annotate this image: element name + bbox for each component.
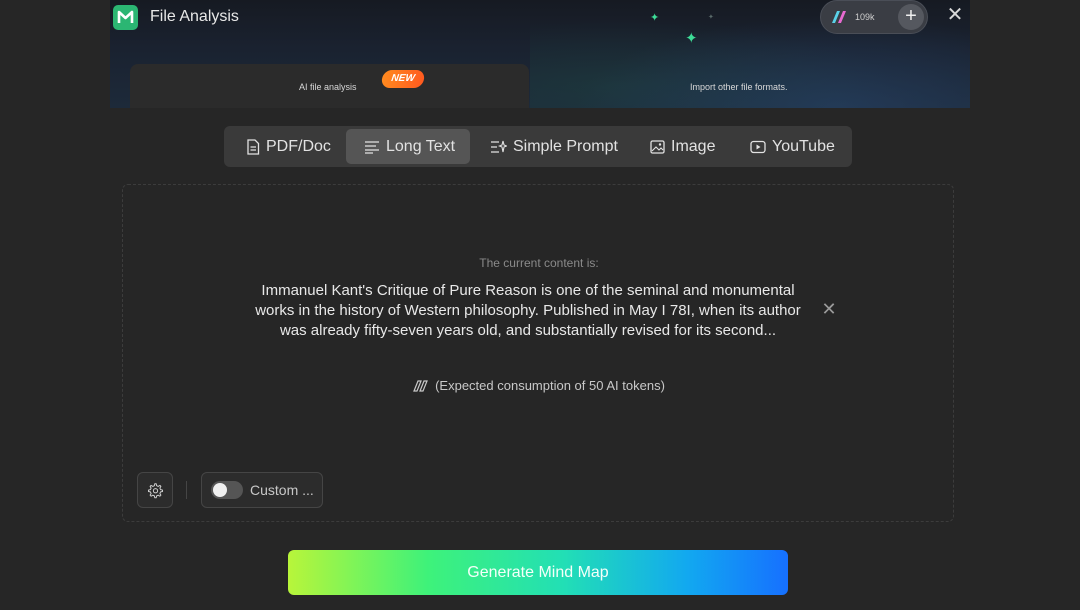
app-logo <box>113 5 138 30</box>
header-banner: File Analysis ✦ ✦ ✦ 109k + ✕ AI file ana… <box>110 0 970 108</box>
token-count: 109k <box>855 12 875 22</box>
content-panel: The current content is: Immanuel Kant's … <box>122 184 954 522</box>
token-consumption: (Expected consumption of 50 AI tokens) <box>123 378 955 393</box>
tab-label: Long Text <box>386 137 456 155</box>
mindmap-logo-icon <box>117 10 134 23</box>
text-lines-icon <box>365 140 379 154</box>
generate-mind-map-button[interactable]: Generate Mind Map <box>288 550 788 595</box>
custom-toggle[interactable] <box>211 481 243 499</box>
app-title: File Analysis <box>150 8 239 25</box>
tab-youtube[interactable]: YouTube <box>732 129 848 164</box>
gear-icon <box>147 482 163 498</box>
sparkle-icon: ✦ <box>650 12 660 24</box>
tab-label: Simple Prompt <box>513 137 618 155</box>
clear-content-icon[interactable]: ✕ <box>821 300 837 318</box>
tab-ai-label: AI file analysis <box>299 82 357 92</box>
settings-button[interactable] <box>137 472 173 508</box>
consumption-text: (Expected consumption of 50 AI tokens) <box>435 378 665 393</box>
new-badge: NEW <box>380 70 426 88</box>
youtube-icon <box>750 140 766 153</box>
tab-ai-file-analysis[interactable]: AI file analysis NEW <box>130 64 529 108</box>
tab-label: YouTube <box>772 137 835 155</box>
image-icon <box>650 139 665 154</box>
ai-token-icon <box>413 379 428 392</box>
current-content-text: Immanuel Kant's Critique of Pure Reason … <box>255 282 801 339</box>
tab-import-other-formats[interactable]: Import other file formats. <box>690 82 788 92</box>
sparkle-icon: ✦ <box>685 30 698 47</box>
document-icon <box>247 138 260 155</box>
add-tokens-button[interactable]: + <box>898 4 924 30</box>
custom-label: Custom ... <box>250 482 314 498</box>
input-mode-tabs: PDF/Doc Long Text Simple Prompt Image Yo… <box>224 126 852 167</box>
current-content-label: The current content is: <box>479 256 599 270</box>
prompt-icon <box>491 140 507 153</box>
tab-label: Image <box>671 137 716 155</box>
divider <box>186 481 187 499</box>
tab-label: PDF/Doc <box>266 137 331 155</box>
tab-pdf-doc[interactable]: PDF/Doc <box>228 129 344 164</box>
custom-toggle-button[interactable]: Custom ... <box>201 472 323 508</box>
tab-image[interactable]: Image <box>632 129 732 164</box>
ai-token-icon <box>832 11 846 23</box>
token-balance[interactable]: 109k + <box>820 0 928 34</box>
tab-simple-prompt[interactable]: Simple Prompt <box>472 129 630 164</box>
sparkle-icon: ✦ <box>708 14 714 21</box>
close-icon[interactable]: ✕ <box>946 5 964 25</box>
tab-long-text[interactable]: Long Text <box>346 129 470 164</box>
